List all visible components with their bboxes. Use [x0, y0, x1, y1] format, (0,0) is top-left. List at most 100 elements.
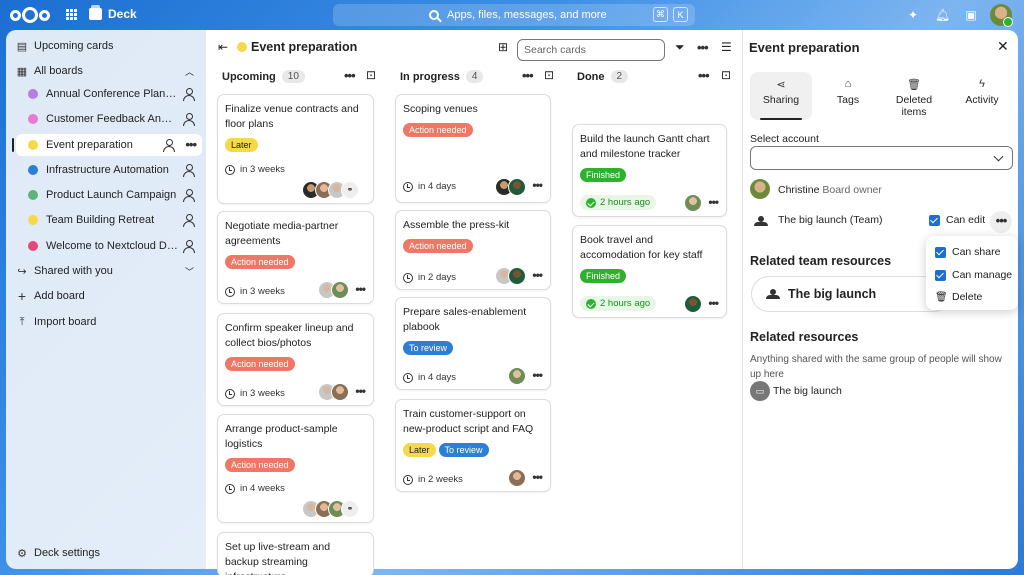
nav-import-board[interactable]: ⤒ Import board — [6, 311, 206, 333]
column-menu-icon[interactable]: ••• — [344, 68, 356, 83]
details-toggle-icon[interactable]: ☰ — [721, 40, 732, 54]
share-options-icon[interactable]: ••• — [990, 211, 1012, 233]
due-label: in 3 weeks — [240, 388, 285, 399]
card[interactable]: Scoping venues Action needed in 4 days •… — [395, 94, 551, 203]
column-title: Done — [577, 70, 605, 83]
card[interactable]: Prepare sales-enablement plabook To revi… — [395, 297, 551, 390]
menu-can-share[interactable]: Can share — [935, 246, 1000, 258]
card-menu-icon[interactable]: ••• — [708, 296, 719, 310]
nav-shared-with-you[interactable]: ↪ Shared with you ﹀ — [6, 260, 206, 282]
share-icon: ⋖ — [776, 79, 786, 91]
menu-label: Delete — [952, 291, 983, 303]
team-resource-button[interactable]: The big launch — [751, 276, 951, 312]
check-circle-icon — [586, 298, 596, 309]
unified-search[interactable]: Apps, files, messages, and more ⌘ K — [333, 4, 695, 26]
board-color-dot — [28, 165, 38, 175]
card[interactable]: Finalize venue contracts and floor plans… — [217, 94, 374, 204]
shared-user-icon — [182, 163, 196, 177]
board-menu-icon[interactable]: ••• — [697, 40, 709, 55]
column-menu-icon[interactable]: ••• — [698, 68, 710, 83]
add-card-icon[interactable]: ⊡ — [544, 68, 554, 82]
card-tag: Action needed — [403, 123, 473, 137]
card[interactable]: Negotiate media-partner agreements Actio… — [217, 211, 374, 304]
card-menu-icon[interactable]: ••• — [532, 268, 543, 282]
assistant-sparkle-icon[interactable]: ✦ — [906, 8, 920, 22]
card-menu-icon[interactable]: ••• — [532, 470, 543, 484]
user-avatar[interactable] — [990, 4, 1013, 27]
nav-add-board[interactable]: + Add board — [6, 285, 206, 307]
card[interactable]: Assemble the press-kit Action needed in … — [395, 210, 551, 290]
search-icon — [429, 10, 439, 20]
team-share-name: The big launch (Team) — [778, 214, 883, 226]
lightning-icon: ϟ — [979, 78, 985, 90]
card-menu-icon[interactable]: ••• — [708, 195, 719, 209]
tab-tags[interactable]: ⌂ Tags — [817, 72, 879, 120]
select-account-dropdown[interactable] — [750, 146, 1013, 170]
sidebar-board-item-active[interactable]: Event preparation ••• — [12, 134, 202, 156]
card-due: in 3 weeks — [225, 388, 285, 399]
resource-link[interactable]: The big launch — [773, 385, 842, 397]
notifications-bell-icon[interactable]: 🔔︎ — [935, 8, 950, 22]
nav-upcoming-cards[interactable]: ▤ Upcoming cards — [6, 35, 206, 57]
add-card-icon[interactable]: ⊡ — [366, 68, 376, 82]
tab-sharing[interactable]: ⋖ Sharing — [750, 72, 812, 120]
tab-activity[interactable]: ϟ Activity — [951, 72, 1013, 120]
add-card-icon[interactable]: ⊡ — [721, 68, 731, 82]
calendar-icon: ▤ — [16, 40, 28, 53]
nav-import-label: Import board — [34, 316, 97, 328]
card[interactable]: Set up live-stream and backup streaming … — [217, 532, 374, 575]
chevron-down-icon[interactable]: ﹀ — [185, 265, 194, 278]
sidebar-board-item[interactable]: Product Launch Campaign — [16, 184, 202, 206]
column-menu-icon[interactable]: ••• — [522, 68, 534, 83]
sidebar-board-item[interactable]: Annual Conference Planni... — [16, 83, 202, 105]
close-icon[interactable]: ✕ — [997, 38, 1009, 55]
board-actions-icon[interactable]: ••• — [185, 137, 197, 152]
can-edit-checkbox[interactable] — [929, 215, 940, 226]
shared-user-icon — [162, 138, 176, 152]
chevron-up-icon[interactable]: ︿ — [185, 65, 194, 78]
sidebar-board-item[interactable]: Infrastructure Automation — [16, 159, 202, 181]
nav-deck-settings[interactable]: ⚙ Deck settings — [6, 542, 206, 564]
nav-all-boards[interactable]: ▦ All boards ︿ — [6, 60, 206, 82]
card[interactable]: Train customer-support on new-product sc… — [395, 399, 551, 492]
card-due: in 2 days — [403, 272, 456, 283]
shared-user-icon — [182, 112, 196, 126]
due-label: 2 hours ago — [600, 197, 651, 208]
menu-label: Can share — [952, 246, 1001, 258]
tab-deleted-items[interactable]: 🗑︎ Deleted items — [883, 72, 945, 120]
card-tag: Action needed — [225, 255, 295, 269]
sidebar-board-item[interactable]: Welcome to Nextcloud De... — [16, 235, 202, 257]
menu-can-manage[interactable]: Can manage — [935, 269, 1012, 281]
card[interactable]: Build the launch Gantt chart and milesto… — [572, 124, 727, 217]
shared-user-icon — [182, 239, 196, 253]
contacts-icon[interactable]: ▣ — [964, 8, 978, 22]
sidebar-board-item[interactable]: Customer Feedback Analy... — [16, 108, 202, 130]
apps-grid-icon[interactable] — [66, 9, 77, 20]
card[interactable]: Confirm speaker lineup and collect bios/… — [217, 313, 374, 406]
column-count: 4 — [465, 70, 484, 83]
team-icon — [754, 216, 768, 226]
sidebar-board-item[interactable]: Team Building Retreat — [16, 209, 202, 231]
shared-user-icon — [182, 213, 196, 227]
card-menu-icon[interactable]: ••• — [532, 368, 543, 382]
tab-label: Sharing — [762, 94, 800, 106]
app-name[interactable]: Deck — [89, 5, 137, 21]
toggle-sidebar-icon[interactable]: ⇤ — [218, 40, 228, 54]
app-name-label: Deck — [108, 7, 137, 21]
nextcloud-logo[interactable] — [10, 6, 50, 24]
add-list-icon[interactable]: ⊞ — [498, 40, 508, 54]
search-cards-input[interactable]: Search cards — [517, 39, 665, 61]
card-menu-icon[interactable]: ••• — [355, 384, 366, 398]
card-title: Book travel and accomodation for key sta… — [580, 234, 703, 261]
owner-role: Board owner — [822, 184, 882, 196]
related-resources-description: Anything shared with the same group of p… — [750, 354, 1002, 380]
panel-title: Event preparation — [749, 40, 860, 55]
share-icon: ↪ — [17, 265, 27, 278]
card-menu-icon[interactable]: ••• — [532, 178, 543, 192]
shared-user-icon — [182, 87, 196, 101]
card[interactable]: Book travel and accomodation for key sta… — [572, 225, 727, 318]
menu-delete[interactable]: 🗑︎ Delete — [935, 291, 982, 303]
card[interactable]: Arrange product-sample logistics Action … — [217, 414, 374, 523]
filter-icon[interactable]: ⏷ — [675, 40, 685, 55]
card-menu-icon[interactable]: ••• — [355, 282, 366, 296]
